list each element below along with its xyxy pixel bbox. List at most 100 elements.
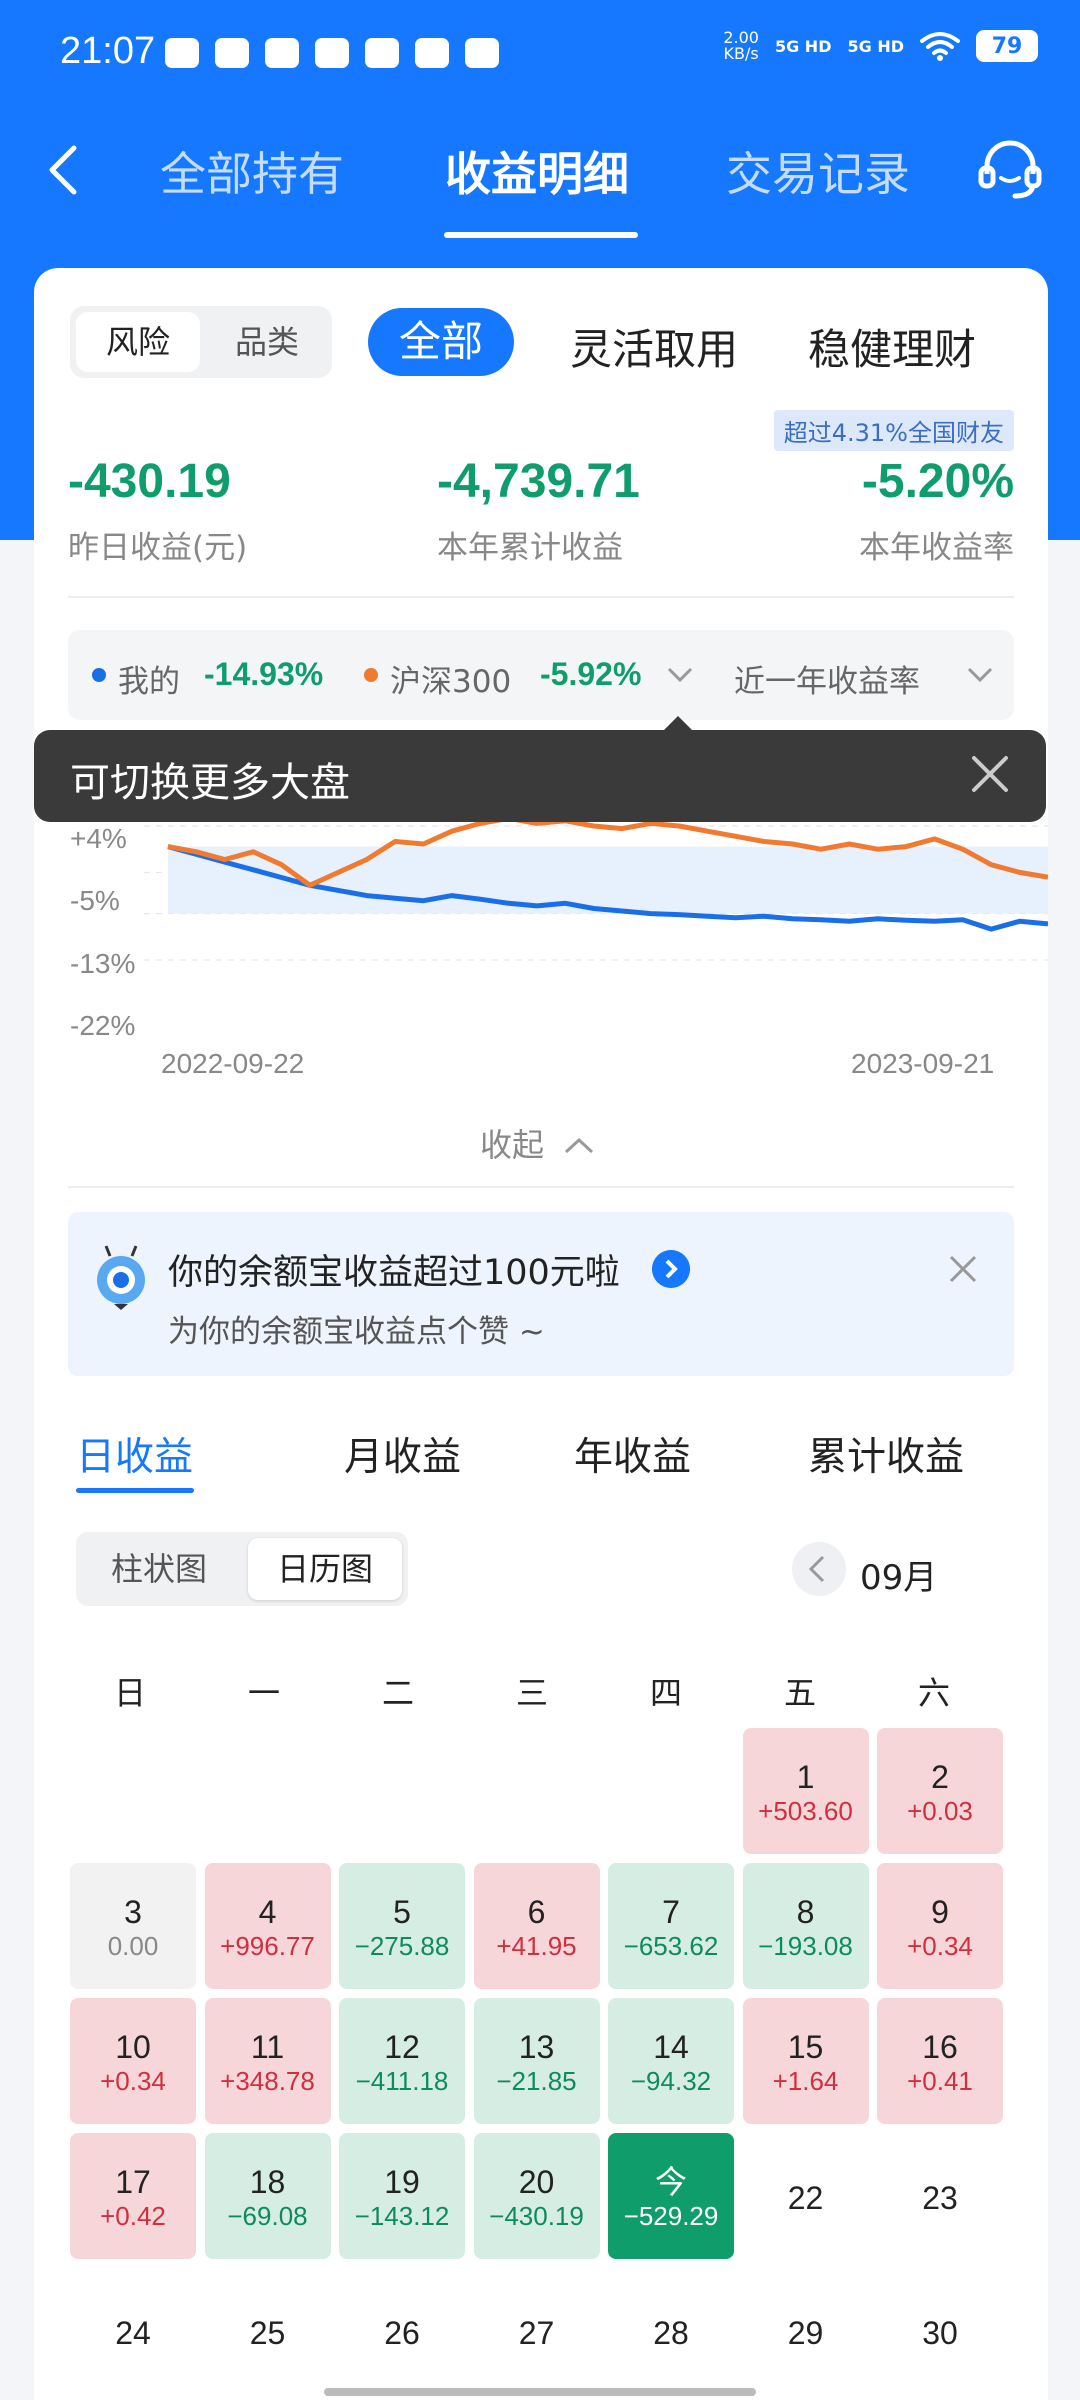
tooltip-text: 可切换更多大盘	[70, 760, 350, 806]
day-number: 4	[258, 1894, 277, 1930]
calendar-day[interactable]: 17 +0.42	[70, 2133, 196, 2259]
calendar-day[interactable]: 24	[70, 2268, 196, 2394]
prev-month-icon[interactable]	[792, 1542, 846, 1596]
day-earnings: −411.18	[355, 2066, 449, 2096]
app-notification-icon	[265, 38, 299, 68]
tab-all-holdings[interactable]: 全部持有	[160, 138, 344, 204]
mine-dot	[92, 668, 106, 682]
calendar-day[interactable]: 19 −143.12	[339, 2133, 465, 2259]
signal-2: 5G HD	[847, 36, 904, 56]
app-notification-icon	[165, 38, 199, 68]
day-number: 10	[115, 2029, 151, 2065]
arrow-right-icon[interactable]	[652, 1250, 690, 1288]
day-number: 13	[518, 2029, 555, 2065]
mine-return: -14.93%	[204, 656, 324, 692]
calendar-day[interactable]: 4 +996.77	[204, 1863, 331, 1989]
day-number: 2	[931, 1759, 949, 1795]
calendar-day[interactable]: 5 −275.88	[339, 1863, 465, 1989]
day-earnings: +503.60	[758, 1796, 853, 1826]
day-number: 16	[922, 2029, 958, 2065]
day-number: 6	[527, 1894, 546, 1930]
signal-1: 5G HD	[774, 36, 832, 56]
day-earnings: −21.85	[496, 2066, 577, 2096]
day-number: 23	[922, 2180, 958, 2216]
day-number: 14	[653, 2029, 689, 2065]
close-icon[interactable]	[948, 1254, 978, 1284]
day-earnings: −529.29	[623, 2201, 719, 2231]
rank-badge: 超过4.31%全国财友	[773, 410, 1014, 451]
calendar-day[interactable]: 3 0.00	[70, 1863, 196, 1989]
ytd-return-value: -5.20%	[861, 455, 1014, 508]
calendar-day[interactable]: 8 −193.08	[742, 1863, 869, 1989]
calendar-day[interactable]: 18 −69.08	[204, 2133, 331, 2259]
day-earnings: −94.32	[630, 2066, 712, 2096]
chip-stable[interactable]: 稳健理财	[808, 316, 976, 377]
app-notification-icon	[215, 38, 249, 68]
speed-unit: KB/s	[723, 44, 759, 63]
ytd-return-label: 本年收益率	[859, 530, 1014, 566]
calendar-day[interactable]: 29	[743, 2268, 869, 2394]
calendar-day[interactable]: 1 +503.60	[742, 1728, 869, 1854]
calendar-day[interactable]: 25	[205, 2268, 331, 2394]
switch-index-tooltip: 可切换更多大盘	[34, 716, 1046, 822]
tab-earnings-detail[interactable]: 收益明细	[445, 138, 629, 204]
day-earnings: −193.08	[758, 1931, 853, 1961]
calendar-day[interactable]: 7 −653.62	[608, 1863, 734, 1989]
calendar-day[interactable]: 28	[608, 2268, 734, 2394]
calendar-day[interactable]: 15 +1.64	[742, 1998, 869, 2124]
calendar-day[interactable]: 11 +348.78	[204, 1998, 331, 2124]
divider	[68, 596, 1014, 598]
index-selector[interactable]: 沪深300	[390, 656, 511, 701]
chevron-down-icon[interactable]	[666, 664, 694, 686]
calendar-day[interactable]: 12 −411.18	[339, 1998, 465, 2124]
tab-cumulative[interactable]: 累计收益	[808, 1426, 964, 1482]
view-bar-chart[interactable]: 柱状图	[76, 1532, 242, 1606]
calendar-day[interactable]: 26	[339, 2268, 465, 2394]
collapse-button[interactable]: 收起	[480, 1120, 594, 1166]
day-earnings: +0.03	[907, 1796, 973, 1826]
back-arrow-icon[interactable]	[40, 140, 90, 200]
day-number: 20	[518, 2164, 555, 2200]
calendar-day[interactable]: 23	[877, 2133, 1003, 2259]
range-selector[interactable]: 近一年收益率	[734, 656, 920, 701]
calendar-day[interactable]: 16 +0.41	[877, 1998, 1003, 2124]
period-tab-indicator	[76, 1488, 194, 1493]
tab-yearly[interactable]: 年收益	[574, 1426, 691, 1482]
calendar-day[interactable]: 9 +0.34	[877, 1863, 1003, 1989]
tab-daily[interactable]: 日收益	[76, 1426, 193, 1482]
promo-banner[interactable]: 你的余额宝收益超过100元啦 为你的余额宝收益点个赞 ~	[68, 1212, 1014, 1376]
battery-indicator: 79	[976, 30, 1038, 62]
calendar-day[interactable]: 20 −430.19	[473, 2133, 600, 2259]
segment-risk[interactable]: 风险	[76, 312, 200, 372]
close-icon[interactable]	[968, 752, 1012, 796]
x-tick-start: 2022-09-22	[161, 1048, 305, 1079]
calendar-day[interactable]: 27	[474, 2268, 600, 2394]
network-speed: 2.00 KB/s	[723, 30, 759, 62]
mine-label: 我的	[118, 664, 180, 700]
tab-transactions[interactable]: 交易记录	[726, 138, 910, 204]
segment-category[interactable]: 品类	[208, 312, 326, 372]
calendar-day[interactable]: 6 +41.95	[473, 1863, 600, 1989]
calendar-day[interactable]: 13 −21.85	[473, 1998, 600, 2124]
calendar-day[interactable]: 今 −529.29	[608, 2133, 734, 2259]
day-earnings: +41.95	[496, 1931, 577, 1961]
tab-monthly[interactable]: 月收益	[344, 1426, 461, 1482]
return-chart	[144, 822, 1048, 961]
calendar-day[interactable]: 2 +0.03	[877, 1728, 1003, 1854]
calendar-day[interactable]: 14 −94.32	[608, 1998, 734, 2124]
day-number: 17	[115, 2164, 151, 2200]
yuebao-mascot-icon	[97, 1245, 145, 1310]
view-calendar[interactable]: 日历图	[248, 1538, 402, 1600]
calendar-day[interactable]: 22	[743, 2133, 869, 2259]
app-notification-icon	[315, 38, 349, 68]
tooltip-arrow	[664, 716, 692, 730]
active-tab-indicator	[444, 232, 638, 238]
calendar-day[interactable]: 30	[877, 2268, 1003, 2394]
chip-flexible[interactable]: 灵活取用	[570, 316, 738, 377]
customer-service-icon[interactable]	[975, 134, 1045, 204]
app-notification-icon	[415, 38, 449, 68]
weekday-label: 日	[113, 1674, 146, 1712]
chip-all[interactable]: 全部	[368, 308, 514, 376]
chevron-down-icon[interactable]	[966, 664, 994, 686]
calendar-day[interactable]: 10 +0.34	[70, 1998, 196, 2124]
